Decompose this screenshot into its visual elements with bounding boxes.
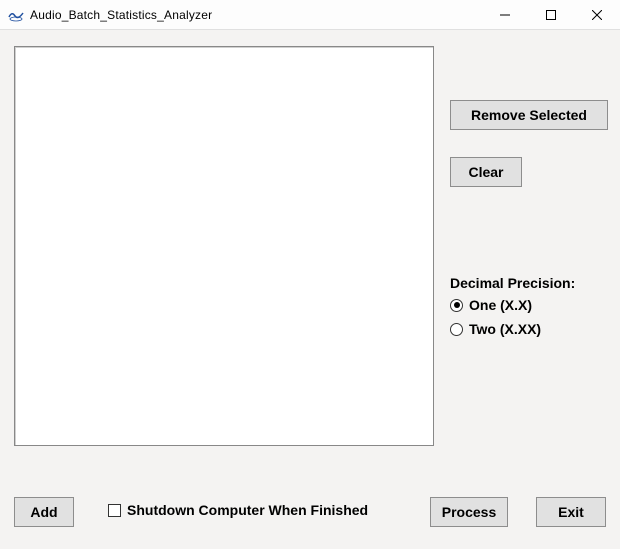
file-listbox[interactable] (14, 46, 434, 446)
checkbox-icon (108, 504, 121, 517)
decimal-precision-group: Decimal Precision: One (X.X) Two (X.XX) (450, 275, 610, 345)
clear-button[interactable]: Clear (450, 157, 522, 187)
exit-button[interactable]: Exit (536, 497, 606, 527)
precision-label: Decimal Precision: (450, 275, 610, 291)
shutdown-label: Shutdown Computer When Finished (127, 502, 368, 518)
remove-selected-button[interactable]: Remove Selected (450, 100, 608, 130)
add-button[interactable]: Add (14, 497, 74, 527)
radio-icon (450, 299, 463, 312)
close-button[interactable] (574, 0, 620, 29)
window-title: Audio_Batch_Statistics_Analyzer (30, 8, 482, 22)
minimize-button[interactable] (482, 0, 528, 29)
radio-label: Two (X.XX) (469, 321, 541, 337)
radio-label: One (X.X) (469, 297, 532, 313)
maximize-button[interactable] (528, 0, 574, 29)
shutdown-checkbox[interactable]: Shutdown Computer When Finished (108, 502, 368, 518)
title-bar: Audio_Batch_Statistics_Analyzer (0, 0, 620, 30)
precision-radio-two[interactable]: Two (X.XX) (450, 321, 610, 337)
app-icon (8, 7, 24, 23)
app-window: Audio_Batch_Statistics_Analyzer Remove S… (0, 0, 620, 549)
precision-radio-one[interactable]: One (X.X) (450, 297, 610, 313)
radio-icon (450, 323, 463, 336)
client-area: Remove Selected Clear Decimal Precision:… (0, 30, 620, 549)
process-button[interactable]: Process (430, 497, 508, 527)
window-controls (482, 0, 620, 29)
